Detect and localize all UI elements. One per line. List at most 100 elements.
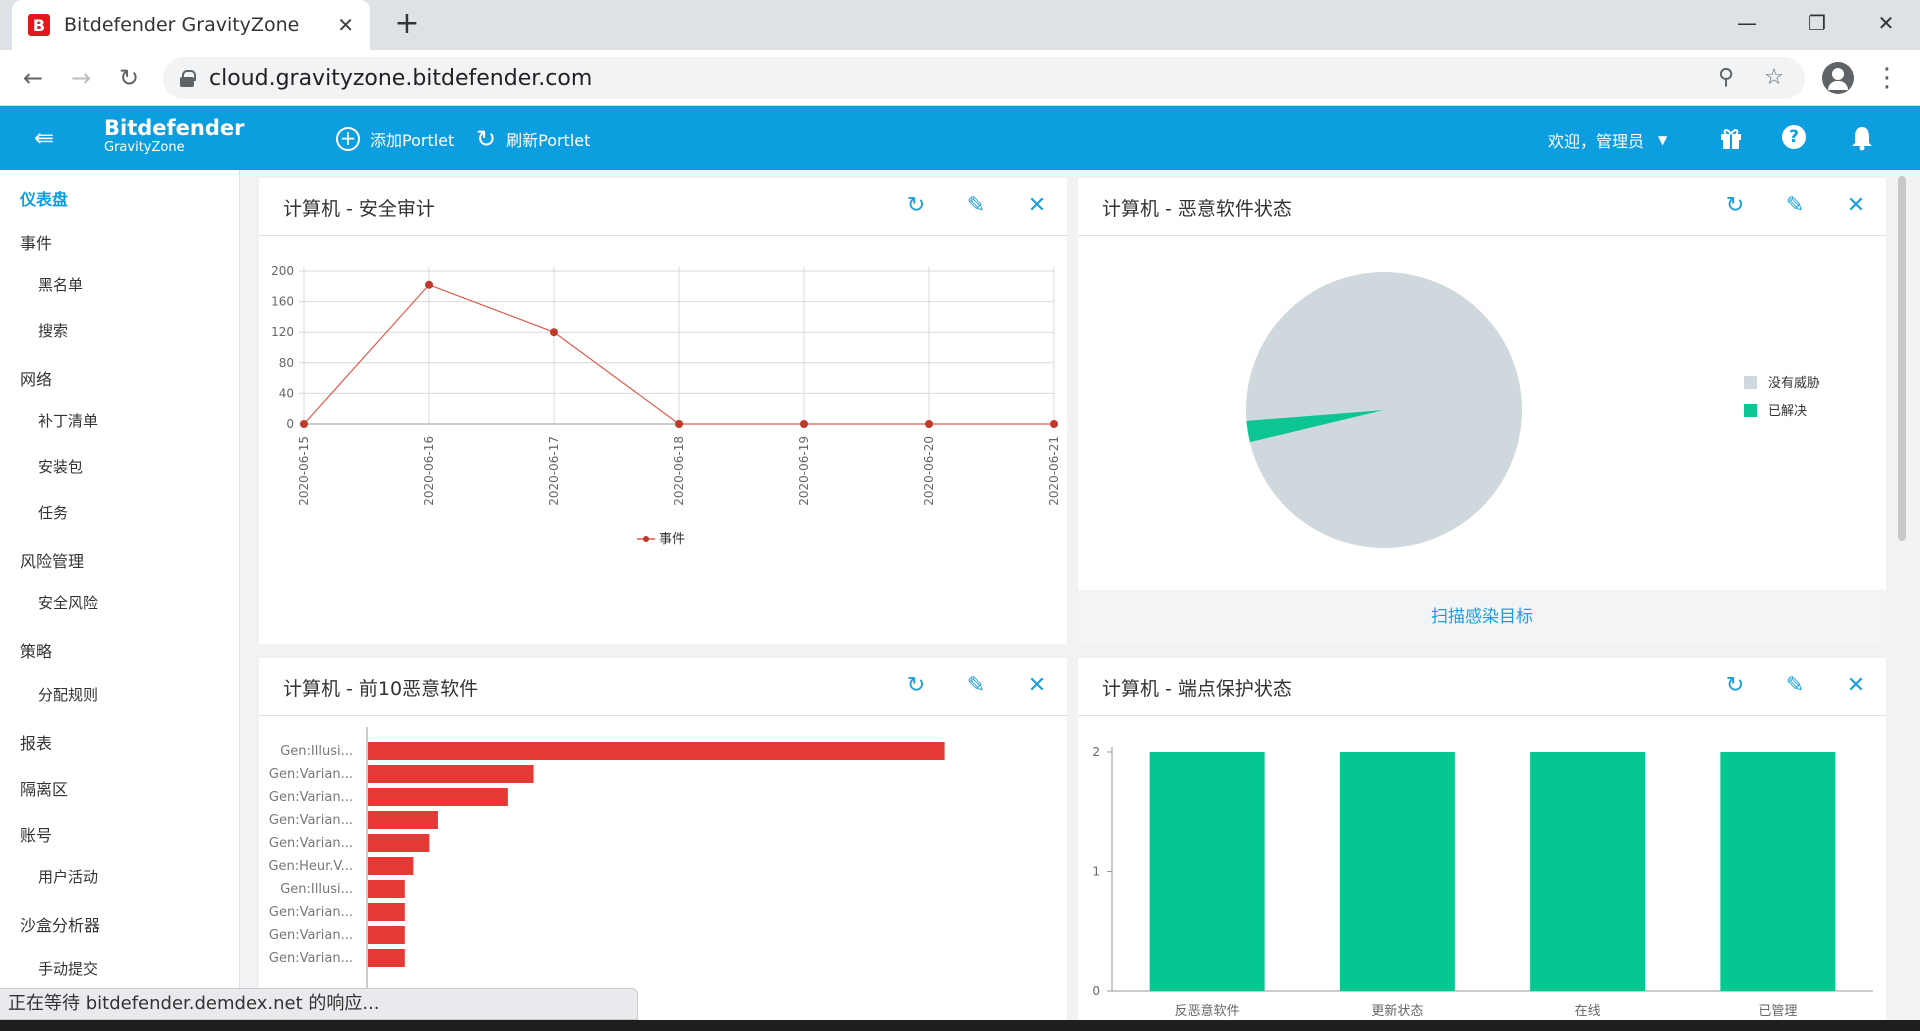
- category-label: Gen:Varian...: [269, 813, 353, 828]
- sidebar-item-manual-submission[interactable]: 手动提交: [38, 958, 98, 979]
- y-tick-label: 160: [271, 295, 294, 309]
- add-portlet-label: 添加Portlet: [370, 131, 455, 150]
- sidebar-item-security-risks[interactable]: 安全风险: [38, 592, 98, 613]
- sidebar-item-assignment-rules[interactable]: 分配规则: [38, 684, 98, 705]
- y-tick-label: 0: [1092, 984, 1100, 998]
- edit-portlet-icon[interactable]: ✎: [1781, 672, 1809, 700]
- portlet-malware-status: 计算机 - 恶意软件状态 ↻ ✎ ✕ 没有威胁 已解决 扫描感染目标: [1078, 178, 1886, 644]
- browser-tab[interactable]: B Bitdefender GravityZone ✕: [12, 0, 370, 50]
- browser-status-bar: 正在等待 bitdefender.demdex.net 的响应...: [0, 988, 638, 1020]
- page-scrollbar[interactable]: [1898, 176, 1906, 541]
- bar: [368, 765, 534, 783]
- portlet-header: 计算机 - 端点保护状态 ↻ ✎ ✕: [1078, 658, 1886, 716]
- profile-avatar[interactable]: [1822, 62, 1854, 94]
- scan-infected-targets-link[interactable]: 扫描感染目标: [1078, 590, 1886, 644]
- close-window-button[interactable]: ✕: [1856, 6, 1916, 40]
- malware-status-pie-chart: 没有威胁已解决: [1246, 271, 1820, 548]
- close-portlet-icon[interactable]: ✕: [1023, 192, 1051, 220]
- sidebar-item-tasks[interactable]: 任务: [38, 502, 68, 523]
- sidebar-item-events[interactable]: 事件: [20, 230, 52, 254]
- add-portlet-button[interactable]: + 添加Portlet: [336, 124, 454, 154]
- tab-title: Bitdefender GravityZone: [64, 14, 300, 36]
- category-label: Gen:Illusi...: [280, 744, 353, 759]
- sidebar-item-patch-inventory[interactable]: 补丁清单: [38, 410, 98, 431]
- x-tick-label: 2020-06-15: [297, 436, 311, 506]
- portlet-title: 计算机 - 前10恶意软件: [283, 678, 479, 700]
- sidebar-item-risk-management[interactable]: 风险管理: [20, 548, 84, 572]
- bar: [368, 949, 405, 967]
- refresh-portlet-icon[interactable]: ↻: [902, 672, 930, 700]
- category-label: Gen:Varian...: [269, 951, 353, 966]
- refresh-portlet-icon[interactable]: ↻: [1721, 192, 1749, 220]
- sidebar-item-quarantine[interactable]: 隔离区: [20, 776, 68, 800]
- close-portlet-icon[interactable]: ✕: [1842, 672, 1870, 700]
- back-button[interactable]: ←: [16, 61, 50, 95]
- data-point: [300, 420, 308, 428]
- browser-menu-icon[interactable]: ⋮: [1872, 61, 1902, 95]
- close-portlet-icon[interactable]: ✕: [1842, 192, 1870, 220]
- url-text[interactable]: cloud.gravityzone.bitdefender.com: [209, 66, 1693, 91]
- collapse-menu-icon[interactable]: ⇚: [30, 124, 58, 152]
- sidebar-item-accounts[interactable]: 账号: [20, 822, 52, 846]
- sidebar-item-policies[interactable]: 策略: [20, 638, 52, 662]
- sidebar-item-reports[interactable]: 报表: [20, 730, 52, 754]
- sidebar-item-blacklist[interactable]: 黑名单: [38, 274, 83, 295]
- bitdefender-favicon-icon: B: [28, 14, 50, 36]
- y-tick-label: 200: [271, 264, 294, 278]
- x-tick-label: 2020-06-19: [797, 436, 811, 506]
- data-point: [675, 420, 683, 428]
- reload-button[interactable]: ↻: [112, 61, 146, 95]
- sidebar-item-sandbox-analyzer[interactable]: 沙盒分析器: [20, 912, 100, 936]
- notification-bell-icon[interactable]: [1848, 125, 1876, 153]
- sidebar-item-packages[interactable]: 安装包: [38, 456, 83, 477]
- category-label: Gen:Varian...: [269, 928, 353, 943]
- refresh-portlet-icon[interactable]: ↻: [902, 192, 930, 220]
- sidebar-item-user-activity[interactable]: 用户活动: [38, 866, 98, 887]
- category-label: 已管理: [1758, 1004, 1797, 1019]
- sidebar-item-dashboard[interactable]: 仪表盘: [20, 186, 68, 210]
- category-label: 在线: [1575, 1004, 1601, 1019]
- data-point: [1050, 420, 1058, 428]
- minimize-button[interactable]: —: [1717, 6, 1777, 40]
- category-label: Gen:Varian...: [269, 790, 353, 805]
- gift-icon[interactable]: [1717, 125, 1745, 153]
- portlet-top10-malware: 计算机 - 前10恶意软件 ↻ ✎ ✕ Gen:Illusi... Gen:Var…: [259, 658, 1067, 1031]
- legend-swatch: [1744, 376, 1757, 389]
- close-portlet-icon[interactable]: ✕: [1023, 672, 1051, 700]
- data-point: [800, 420, 808, 428]
- edit-portlet-icon[interactable]: ✎: [962, 192, 990, 220]
- refresh-portlet-button[interactable]: ↻ 刷新Portlet: [476, 124, 590, 154]
- endpoint-protection-bar-chart: 0 1 2 反恶意软件 更新状态 在线 已管理: [1092, 745, 1873, 1019]
- legend-label: 已解决: [1768, 404, 1807, 419]
- portlet-endpoint-protection: 计算机 - 端点保护状态 ↻ ✎ ✕ 0 1 2 反恶意软件 更新状态 在线 已管理: [1078, 658, 1886, 1031]
- zoom-icon[interactable]: ⚲: [1711, 63, 1741, 93]
- user-menu[interactable]: 欢迎，管理员 ▼: [1548, 128, 1667, 152]
- top10-malware-bar-chart: Gen:Illusi... Gen:Varian... Gen:Varian... G…: [268, 727, 945, 1031]
- sidebar-item-search[interactable]: 搜索: [38, 320, 68, 341]
- help-icon[interactable]: ?: [1782, 125, 1810, 153]
- bar: [368, 880, 405, 898]
- brand-sub: GravityZone: [104, 140, 185, 155]
- y-tick-label: 80: [279, 356, 294, 370]
- sidebar-item-network[interactable]: 网络: [20, 366, 52, 390]
- bookmark-star-icon[interactable]: ☆: [1759, 63, 1789, 93]
- category-label: Gen:Heur.V...: [268, 859, 353, 874]
- refresh-icon: ↻: [476, 125, 497, 153]
- bar: [1149, 752, 1265, 991]
- x-tick-label: 2020-06-20: [922, 436, 936, 506]
- restore-button[interactable]: ❐: [1787, 6, 1847, 40]
- edit-portlet-icon[interactable]: ✎: [1781, 192, 1809, 220]
- category-label: 反恶意软件: [1175, 1003, 1240, 1019]
- bar: [368, 742, 945, 760]
- bar: [368, 811, 438, 829]
- address-bar[interactable]: cloud.gravityzone.bitdefender.com ⚲ ☆: [163, 57, 1805, 99]
- tab-close-icon[interactable]: ✕: [337, 13, 354, 37]
- new-tab-button[interactable]: +: [390, 8, 424, 42]
- portlet-title: 计算机 - 恶意软件状态: [1102, 198, 1292, 220]
- forward-button[interactable]: →: [64, 61, 98, 95]
- y-tick-label: 120: [271, 325, 294, 339]
- x-tick-label: 2020-06-21: [1047, 436, 1061, 506]
- portlet-header: 计算机 - 恶意软件状态 ↻ ✎ ✕: [1078, 178, 1886, 236]
- edit-portlet-icon[interactable]: ✎: [962, 672, 990, 700]
- refresh-portlet-icon[interactable]: ↻: [1721, 672, 1749, 700]
